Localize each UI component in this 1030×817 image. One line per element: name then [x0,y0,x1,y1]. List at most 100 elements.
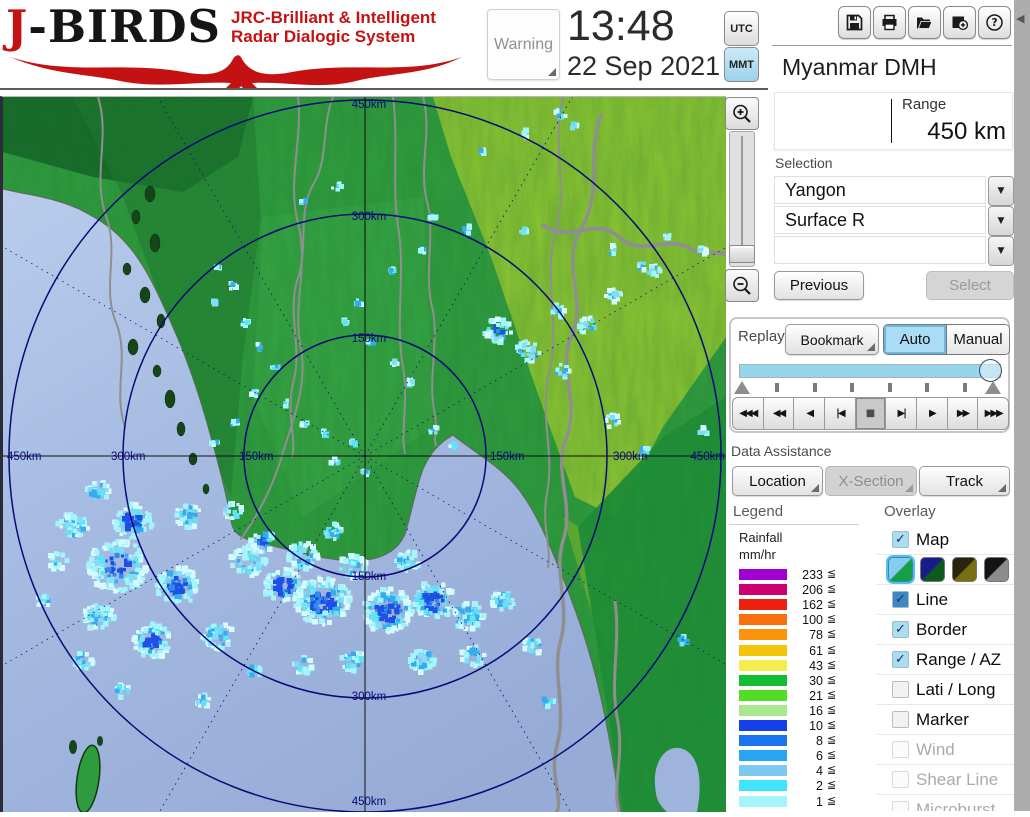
overlay-checkbox[interactable]: ✓ [892,621,909,638]
legend-suffix: ≦ [827,642,837,656]
warning-button[interactable]: Warning [487,9,560,80]
clock: 13:48 22 Sep 2021 [567,2,721,82]
legend-suffix: ≦ [827,597,837,611]
legend-row: 2 ≦ [729,778,861,793]
previous-button[interactable]: Previous [774,271,864,300]
track-button[interactable]: Track [919,466,1010,496]
overlay-checkbox[interactable] [892,681,909,698]
svg-text:150km: 150km [352,333,387,345]
replay-label: Replay [738,328,785,345]
map-zoom-controls [725,97,759,302]
overlay-checkbox [892,801,909,811]
transport-button[interactable]: ■ [854,397,887,430]
x-section-label: X-Section [838,472,904,490]
timezone-utc-button[interactable]: UTC [724,11,759,46]
warning-button-label: Warning [494,35,553,53]
track-label: Track [946,472,983,490]
legend-value: 100 [802,613,823,628]
print-button[interactable] [873,6,906,39]
map-style-swatch-0[interactable] [888,557,913,582]
open-folder-button[interactable] [908,6,941,39]
legend-value: 78 [809,628,823,643]
legend-suffix: ≦ [827,793,837,807]
overlay-label: Border [916,619,968,639]
location-button[interactable]: Location [732,466,823,496]
legend-swatch [739,704,787,716]
panel-collapse-icon[interactable]: ◀ [1016,12,1024,25]
selection-field-0[interactable]: Yangon [774,176,986,204]
replay-slider-handle[interactable] [979,359,1002,382]
legend-value: 16 [809,703,823,718]
bookmark-button[interactable]: Bookmark [785,324,879,355]
legend-swatch [739,569,787,580]
right-edge-strip [1014,0,1030,811]
legend-value: 1 [816,794,823,809]
transport-button[interactable]: ◀ [793,397,826,430]
legend-row: 4 ≦ [729,763,861,778]
transport-button[interactable]: ▶▶▶ [977,397,1010,430]
clock-date: 22 Sep 2021 [567,51,721,81]
legend-value: 10 [809,719,823,733]
transport-button[interactable]: ▶ [916,397,948,430]
legend-row: 100 ≦ [729,612,861,628]
help-button[interactable]: ? [978,6,1011,39]
add-image-button[interactable] [943,6,976,39]
legend-row: 233 ≦ [729,567,861,582]
legend-row: 78 ≦ [729,627,861,643]
selection-field-2[interactable] [774,236,986,264]
save-button[interactable] [838,6,871,39]
logo-title-j: J [6,0,29,53]
radar-map[interactable]: 450km 300km 150km 150km 300km 450km 450km 300km… [0,0,1024,817]
overlay-checkbox[interactable]: ✓ [892,531,909,548]
selection-dropdown-button-2[interactable]: ▼ [988,236,1014,266]
zoom-out-button[interactable] [725,269,759,302]
transport-button[interactable]: ◀◀◀ [732,397,764,430]
zoom-slider-thumb[interactable] [729,245,755,263]
selection-field-1[interactable]: Surface R [774,206,986,234]
svg-text:300km: 300km [352,691,387,703]
slider-end-marker[interactable] [985,381,1001,394]
overlay-checkbox [892,771,909,788]
overlay-checkbox[interactable]: ✓ [892,651,909,668]
overlay-label: Wind [916,739,955,759]
selection-dropdown-button-0[interactable]: ▼ [988,176,1014,206]
legend-suffix: ≦ [827,718,837,731]
legend-swatch [739,644,787,656]
svg-text:450km: 450km [7,451,42,463]
slider-start-marker[interactable] [734,381,750,394]
overlay-label: Lati / Long [916,679,996,699]
transport-button[interactable]: ▶▶ [946,397,979,430]
map-style-swatch-3[interactable] [984,557,1009,582]
timezone-mmt-button[interactable]: MMT [724,47,759,82]
transport-controls: ◀◀◀ ◀◀ ◀ |◀ ■ ▶| ▶ ▶▶ ▶▶▶ [732,397,1010,430]
x-section-button[interactable]: X-Section [825,466,917,496]
map-style-swatch-1[interactable] [920,557,945,582]
overlay-label: Line [916,589,949,609]
select-button[interactable]: Select [926,271,1014,300]
zoom-in-button[interactable] [725,97,759,130]
legend-swatch [739,735,787,747]
transport-button[interactable]: |◀ [824,397,856,430]
selection-dropdown-button-1[interactable]: ▼ [988,206,1014,236]
range-label: Range [902,96,947,113]
save-icon [846,14,863,31]
replay-slider-track[interactable] [739,364,1001,378]
select-label: Select [949,277,991,294]
legend-row: 6 ≦ [729,748,861,763]
zoom-slider-track[interactable] [729,131,755,267]
svg-text:150km: 150km [490,451,525,463]
map-style-swatch-2[interactable] [952,557,977,582]
overlay-label: Microburst [916,799,996,812]
overlay-checkbox[interactable] [892,711,909,728]
overlay-row-border: ✓ Border [876,614,1014,644]
legend-row: 162 ≦ [729,597,861,612]
legend-value: 61 [809,643,823,658]
legend-swatch [739,689,787,701]
auto-mode-button[interactable]: Auto [884,325,946,354]
overlay-checkbox[interactable]: ✓ [892,591,909,608]
zoom-in-icon [733,104,751,123]
manual-mode-button[interactable]: Manual [946,325,1009,354]
slider-tick [775,383,779,392]
transport-button[interactable]: ◀◀ [762,397,795,430]
transport-button[interactable]: ▶| [885,397,918,430]
